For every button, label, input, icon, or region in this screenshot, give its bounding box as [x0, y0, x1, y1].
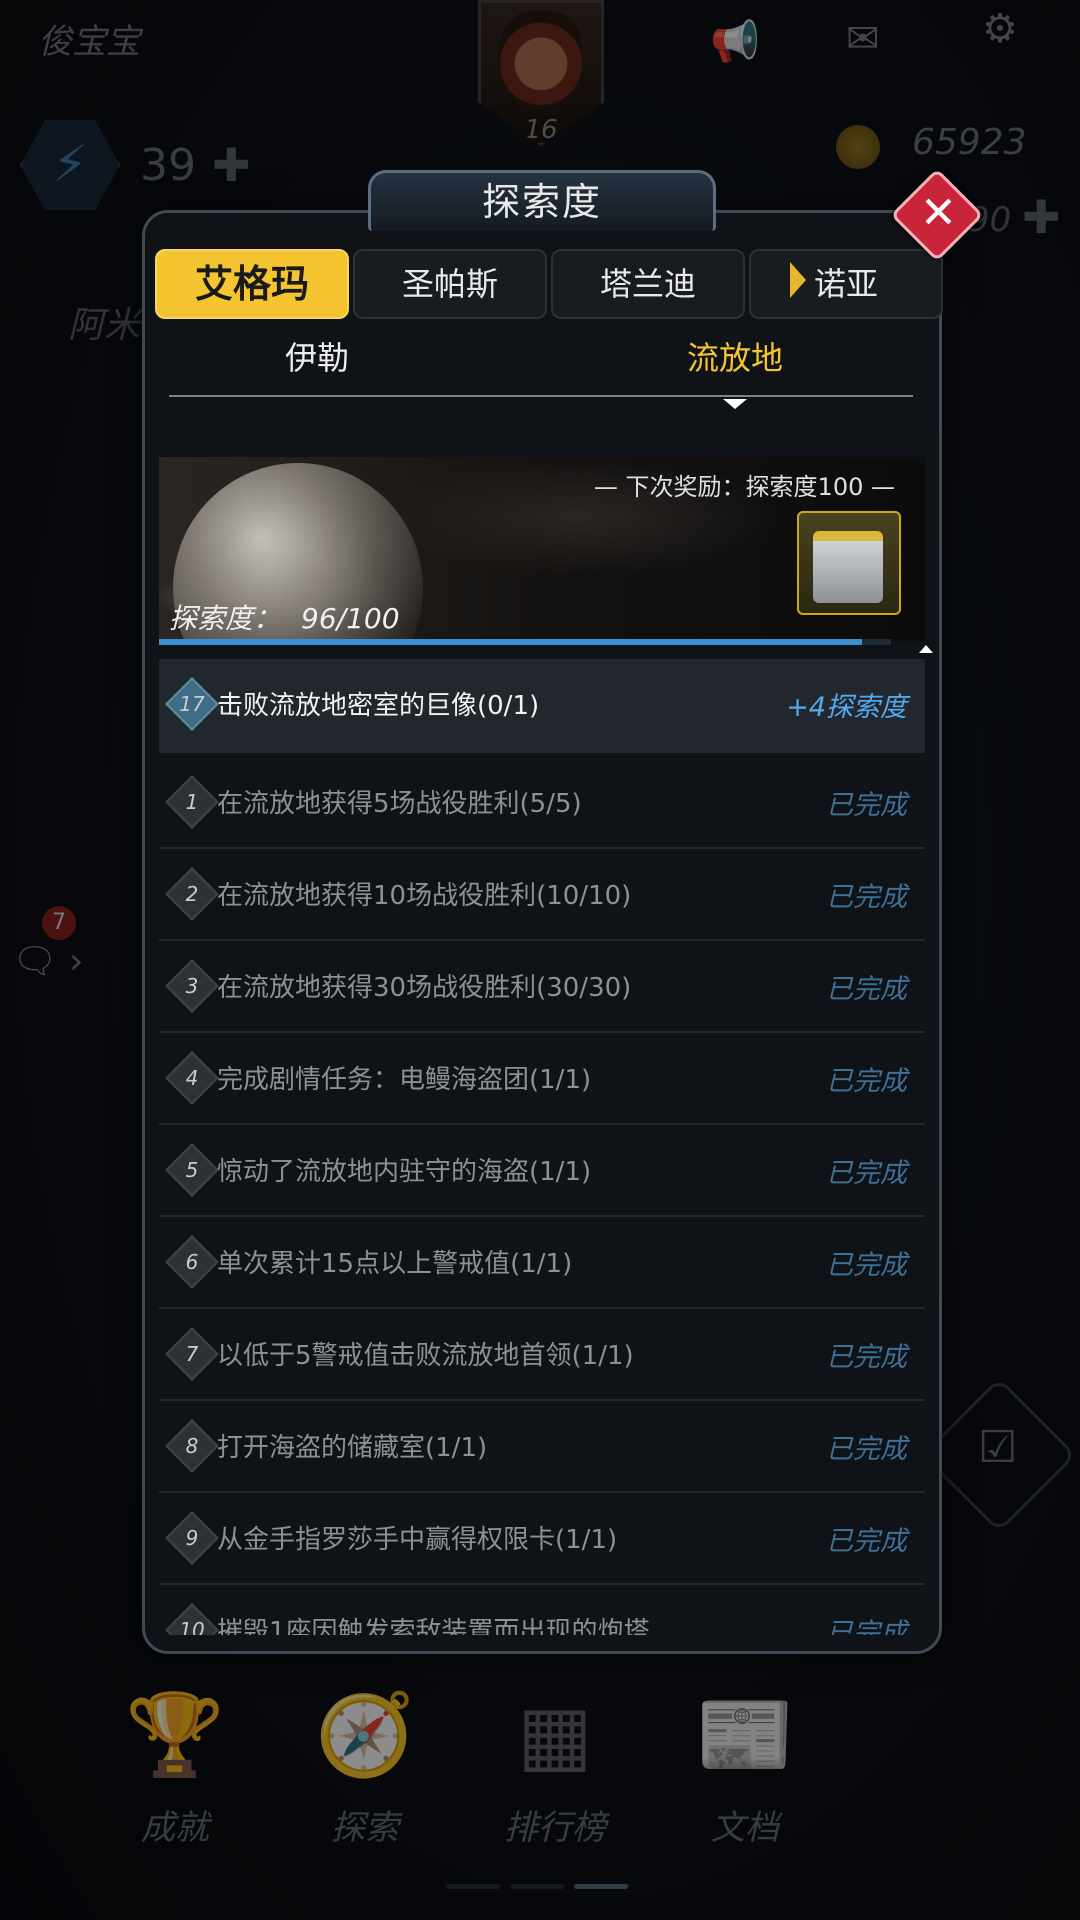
task-status: 已完成 — [826, 974, 907, 1005]
task-row[interactable]: 7 以低于5警戒值击败流放地首领(1/1) 已完成 — [159, 1309, 925, 1401]
task-description: 完成剧情任务：电鳗海盗团(1/1) — [217, 1065, 592, 1095]
task-number-badge-icon: 8 — [165, 1419, 219, 1473]
task-row[interactable]: 1 在流放地获得5场战役胜利(5/5) 已完成 — [159, 757, 925, 849]
task-number: 1 — [185, 790, 199, 814]
task-number: 8 — [185, 1434, 199, 1458]
task-row[interactable]: 3 在流放地获得30场战役胜利(30/30) 已完成 — [159, 941, 925, 1033]
progress-label: 探索度： — [169, 602, 282, 635]
task-status: +4探索度 — [786, 692, 907, 723]
subtab-2[interactable]: 流放地 — [687, 333, 783, 379]
tab-region-2[interactable]: 圣帕斯 — [353, 249, 547, 319]
task-row[interactable]: 8 打开海盗的储藏室(1/1) 已完成 — [159, 1401, 925, 1493]
exploration-banner: — 下次奖励：探索度100 — 探索度： 96/100 — [159, 457, 925, 641]
next-reward-label: — 下次奖励：探索度100 — — [593, 473, 895, 501]
region-tabs: 艾格玛 圣帕斯 塔兰迪 诺亚 — [155, 249, 943, 319]
progress-text: 探索度： 96/100 — [169, 597, 400, 637]
task-status: 已完成 — [826, 1158, 907, 1189]
tab-region-4[interactable]: 诺亚 — [749, 249, 943, 319]
task-status: 已完成 — [826, 1434, 907, 1465]
task-description: 惊动了流放地内驻守的海盗(1/1) — [217, 1157, 592, 1187]
task-number-badge-icon: 10 — [165, 1603, 219, 1635]
task-status: 已完成 — [826, 1342, 907, 1373]
task-row[interactable]: 9 从金手指罗莎手中赢得权限卡(1/1) 已完成 — [159, 1493, 925, 1585]
modal-title: 探索度 — [368, 170, 716, 231]
task-status: 已完成 — [826, 790, 907, 821]
task-description: 在流放地获得30场战役胜利(30/30) — [217, 973, 632, 1003]
task-description: 打开海盗的储藏室(1/1) — [217, 1433, 488, 1463]
task-number: 17 — [179, 692, 205, 716]
task-number: 9 — [185, 1526, 199, 1550]
task-number: 6 — [185, 1250, 199, 1274]
task-number-badge-icon: 5 — [165, 1143, 219, 1197]
reward-crate-button[interactable] — [797, 511, 901, 615]
task-status: 已完成 — [826, 1526, 907, 1557]
progress-caret-icon — [919, 645, 933, 653]
task-status: 已完成 — [826, 1250, 907, 1281]
close-icon: ✕ — [919, 187, 957, 239]
task-description: 以低于5警戒值击败流放地首领(1/1) — [217, 1341, 634, 1371]
task-description: 摧毁1座因触发索敌装置而出现的炮塔 — [217, 1617, 650, 1635]
task-row[interactable]: 2 在流放地获得10场战役胜利(10/10) 已完成 — [159, 849, 925, 941]
task-number: 4 — [185, 1066, 199, 1090]
task-number: 7 — [185, 1342, 199, 1366]
task-description: 单次累计15点以上警戒值(1/1) — [217, 1249, 573, 1279]
sub-tabs: 伊勒 流放地 — [169, 323, 913, 397]
progress-fill — [159, 639, 862, 645]
task-status: 已完成 — [826, 1066, 907, 1097]
task-number-badge-icon: 17 — [165, 677, 219, 731]
task-number: 10 — [179, 1618, 205, 1635]
task-description: 在流放地获得10场战役胜利(10/10) — [217, 881, 632, 911]
task-number: 2 — [185, 882, 199, 906]
task-status: 已完成 — [826, 882, 907, 913]
tabs-scroll-right-icon[interactable] — [790, 262, 806, 298]
crate-icon — [813, 531, 883, 603]
subtab-1[interactable]: 伊勒 — [285, 333, 349, 379]
task-number: 3 — [185, 974, 199, 998]
task-number-badge-icon: 2 — [165, 867, 219, 921]
task-number-badge-icon: 9 — [165, 1511, 219, 1565]
task-number-badge-icon: 4 — [165, 1051, 219, 1105]
task-list[interactable]: 17 击败流放地密室的巨像(0/1) +4探索度 1 在流放地获得5场战役胜利(5/5)… — [159, 659, 925, 1635]
task-row[interactable]: 17 击败流放地密室的巨像(0/1) +4探索度 — [159, 659, 925, 753]
progress-value: 96/100 — [301, 602, 400, 635]
tab-region-1[interactable]: 艾格玛 — [155, 249, 349, 319]
task-description: 击败流放地密室的巨像(0/1) — [217, 691, 540, 721]
task-number-badge-icon: 7 — [165, 1327, 219, 1381]
task-row[interactable]: 6 单次累计15点以上警戒值(1/1) 已完成 — [159, 1217, 925, 1309]
task-number-badge-icon: 3 — [165, 959, 219, 1013]
exploration-modal: 艾格玛 圣帕斯 塔兰迪 诺亚 伊勒 流放地 — 下次奖励：探索度100 — 探索… — [142, 210, 943, 1654]
task-row[interactable]: 10 摧毁1座因触发索敌装置而出现的炮塔 已完成 — [159, 1585, 925, 1635]
task-status: 已完成 — [826, 1618, 907, 1635]
exploration-progress-bar — [159, 639, 891, 645]
task-description: 在流放地获得5场战役胜利(5/5) — [217, 789, 582, 819]
task-number-badge-icon: 6 — [165, 1235, 219, 1289]
task-row[interactable]: 5 惊动了流放地内驻守的海盗(1/1) 已完成 — [159, 1125, 925, 1217]
task-number-badge-icon: 1 — [165, 775, 219, 829]
tab-region-3[interactable]: 塔兰迪 — [551, 249, 745, 319]
task-row[interactable]: 4 完成剧情任务：电鳗海盗团(1/1) 已完成 — [159, 1033, 925, 1125]
task-description: 从金手指罗莎手中赢得权限卡(1/1) — [217, 1525, 618, 1555]
active-subtab-caret-icon — [723, 399, 747, 409]
task-number: 5 — [185, 1158, 199, 1182]
